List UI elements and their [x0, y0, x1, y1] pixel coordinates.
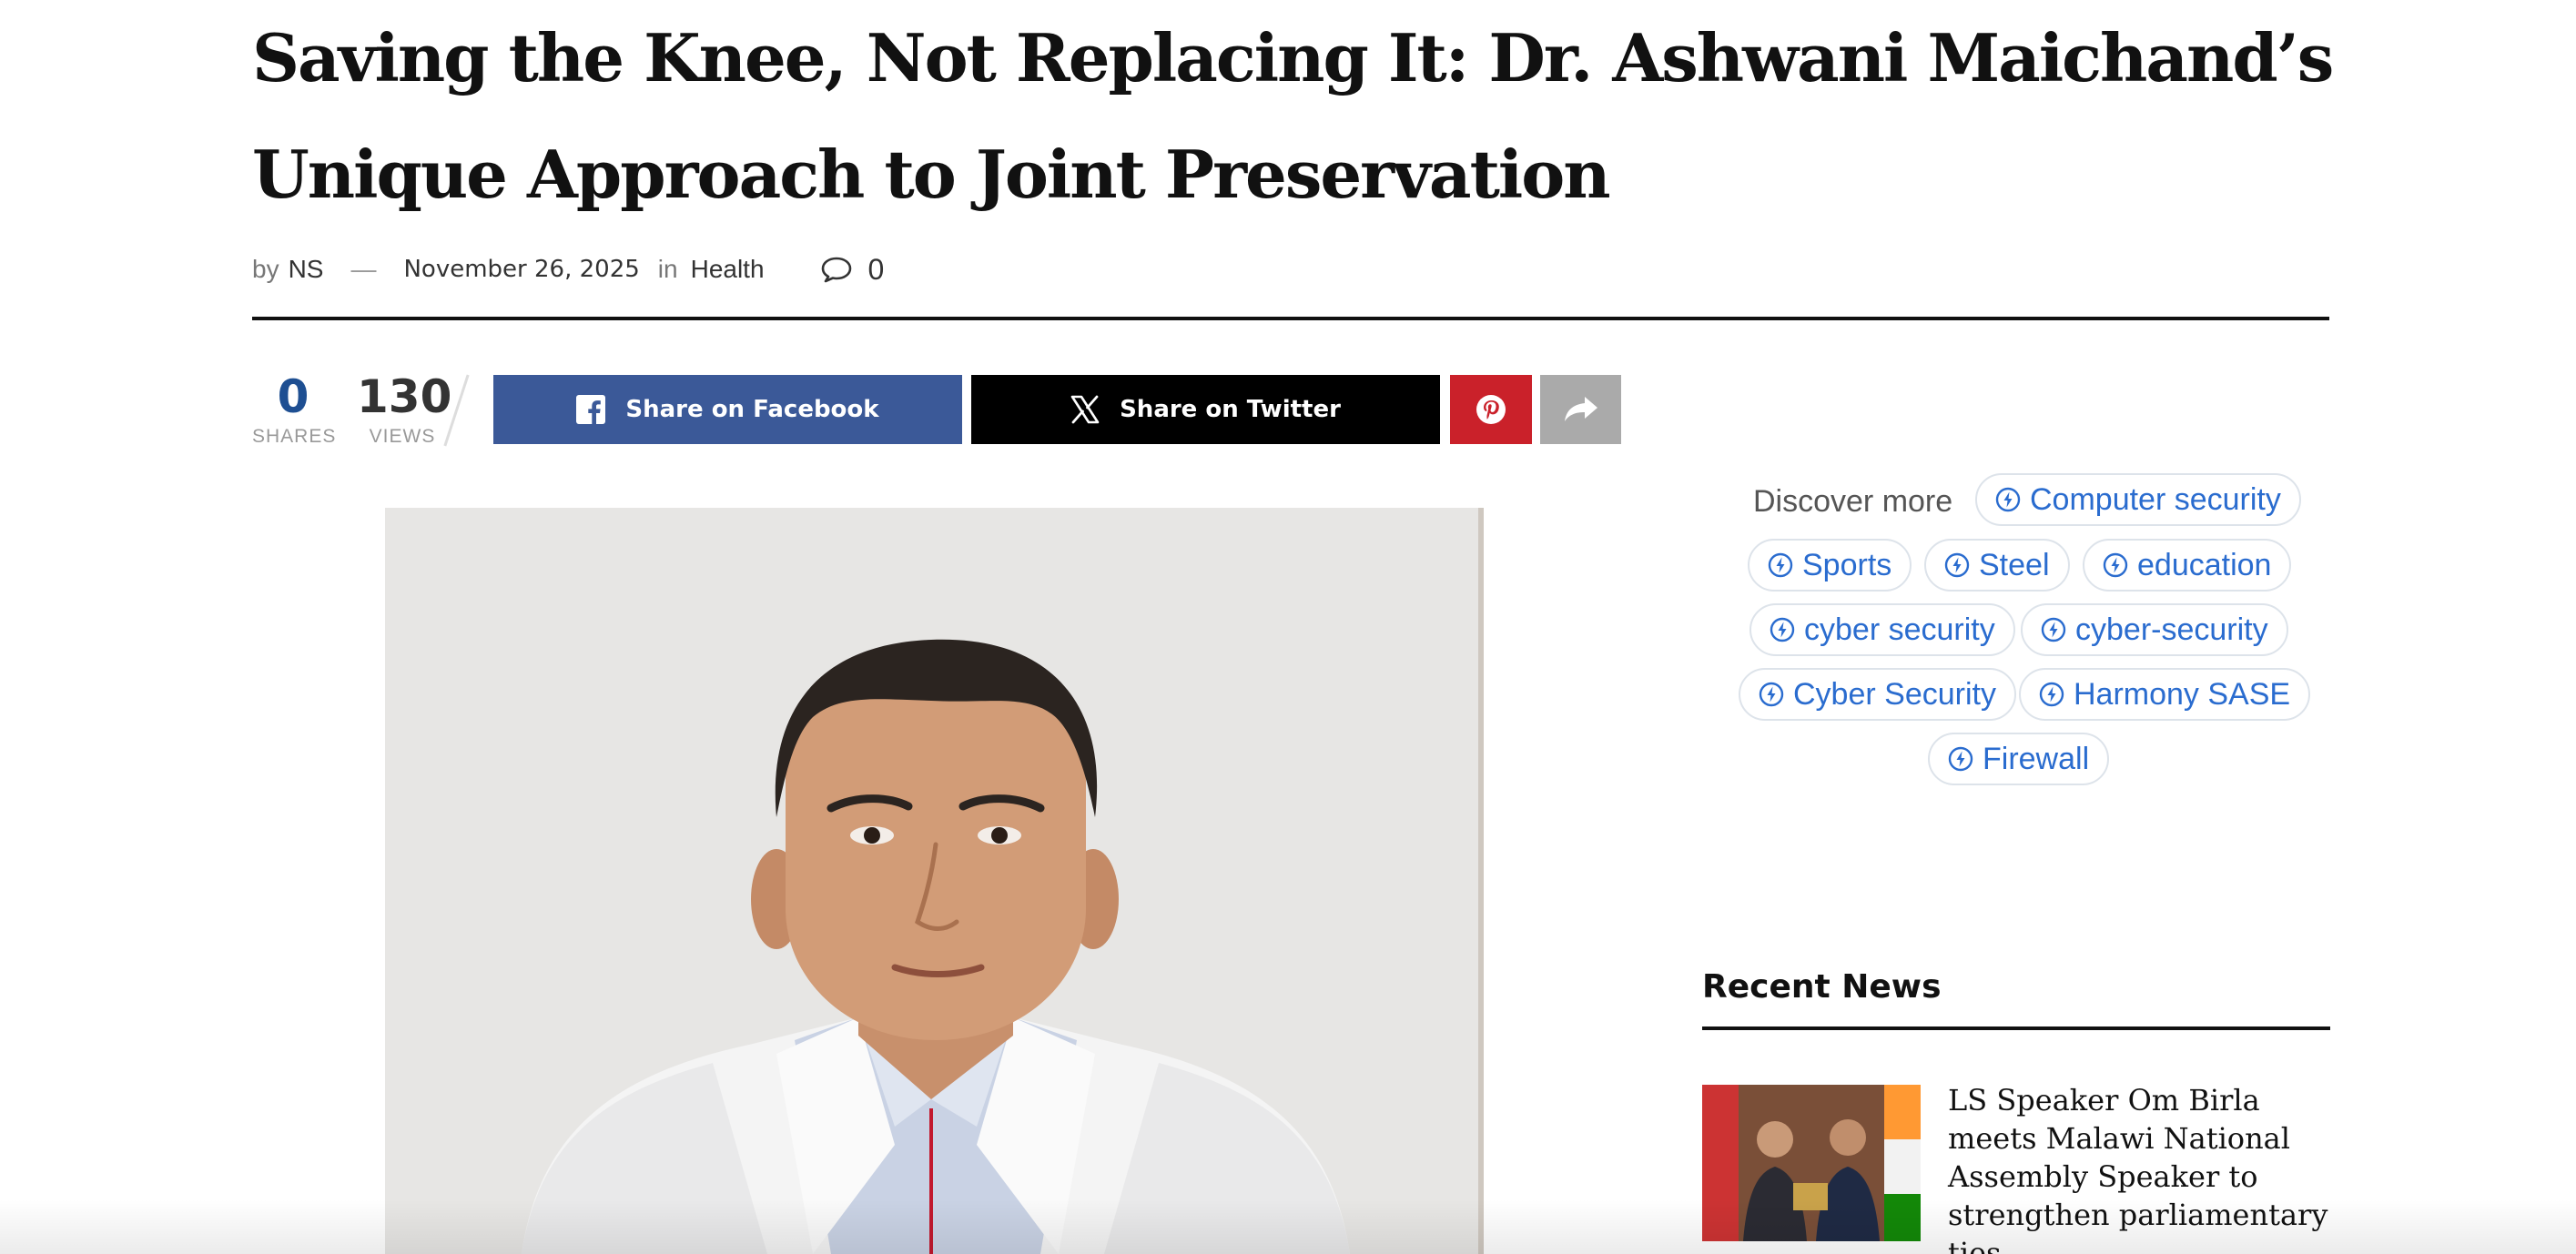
bolt-circle-icon: [1759, 682, 1784, 707]
bolt-circle-icon: [1944, 552, 1970, 578]
discover-chip-education[interactable]: education: [2083, 539, 2292, 592]
featured-image: [385, 508, 1484, 1254]
chip-label: Harmony SASE: [2074, 676, 2291, 712]
share-twitter-label: Share on Twitter: [1120, 396, 1341, 423]
facebook-icon: [576, 395, 606, 424]
recent-news-divider: [1702, 1026, 2330, 1030]
bolt-circle-icon: [1768, 552, 1793, 578]
chip-label: Sports: [1802, 547, 1892, 582]
meta-divider: [252, 317, 2329, 320]
news-thumbnail-image: [1702, 1085, 1921, 1241]
in-label: in: [657, 255, 678, 283]
news-thumbnail[interactable]: [1702, 1085, 1921, 1241]
discover-chip-cyber-security-caps[interactable]: Cyber Security: [1739, 668, 2016, 721]
meta-separator: —: [350, 255, 377, 283]
category-link[interactable]: Health: [691, 255, 765, 284]
views-label: VIEWS: [369, 426, 436, 447]
bolt-circle-icon: [1995, 487, 2021, 512]
share-facebook-button[interactable]: Share on Facebook: [493, 375, 962, 444]
discover-chip-sports[interactable]: Sports: [1748, 539, 1912, 592]
comment-bubble-icon: [821, 257, 851, 283]
chip-label: education: [2137, 547, 2272, 582]
discover-chip-steel[interactable]: Steel: [1924, 539, 2070, 592]
shares-counter: 0 SHARES: [252, 369, 337, 450]
discover-chip-firewall[interactable]: Firewall: [1928, 733, 2110, 785]
discover-more-label: Discover more: [1753, 484, 1953, 519]
news-headline-link[interactable]: LS Speaker Om Birla meets Malawi Nationa…: [1948, 1081, 2330, 1254]
chip-label: cyber-security: [2075, 612, 2268, 647]
views-count: 130: [357, 370, 452, 423]
chip-label: Steel: [1979, 547, 2050, 582]
doctor-portrait: [385, 508, 1484, 1254]
chip-label: Firewall: [1983, 741, 2090, 776]
share-pinterest-button[interactable]: [1450, 375, 1532, 444]
views-counter: 130 VIEWS: [357, 369, 452, 450]
author-link[interactable]: NS: [289, 255, 324, 284]
chip-label: Cyber Security: [1793, 676, 1996, 712]
x-logo-icon: [1070, 395, 1100, 424]
discover-chip-harmony-sase[interactable]: Harmony SASE: [2019, 668, 2311, 721]
article-title: Saving the Knee, Not Replacing It: Dr. A…: [252, 19, 2334, 213]
chip-label: cyber security: [1804, 612, 1995, 647]
share-facebook-label: Share on Facebook: [625, 396, 879, 423]
by-label: by: [252, 255, 279, 283]
article-meta: by NS — November 26, 2025 in Health 0: [252, 248, 884, 291]
recent-news-heading: Recent News: [1702, 968, 1942, 1006]
share-more-button[interactable]: [1540, 375, 1621, 444]
share-twitter-button[interactable]: Share on Twitter: [971, 375, 1440, 444]
comments-link[interactable]: 0: [821, 252, 885, 287]
discover-chip-cyber-security-hyphen[interactable]: cyber-security: [2021, 603, 2288, 656]
bolt-circle-icon: [1948, 746, 1973, 772]
bolt-circle-icon: [2103, 552, 2128, 578]
discover-chip-computer-security[interactable]: Computer security: [1975, 473, 2301, 526]
share-arrow-icon: [1564, 397, 1597, 421]
shares-count: 0: [277, 370, 309, 423]
discover-chip-cyber-security[interactable]: cyber security: [1749, 603, 2015, 656]
publish-date: November 26, 2025: [403, 256, 640, 283]
shares-label: SHARES: [252, 426, 337, 447]
bolt-circle-icon: [2041, 617, 2066, 642]
comment-count: 0: [867, 252, 885, 286]
chip-label: Computer security: [2030, 481, 2281, 517]
bolt-circle-icon: [1770, 617, 1795, 642]
pinterest-icon: [1476, 395, 1506, 424]
bolt-circle-icon: [2039, 682, 2064, 707]
